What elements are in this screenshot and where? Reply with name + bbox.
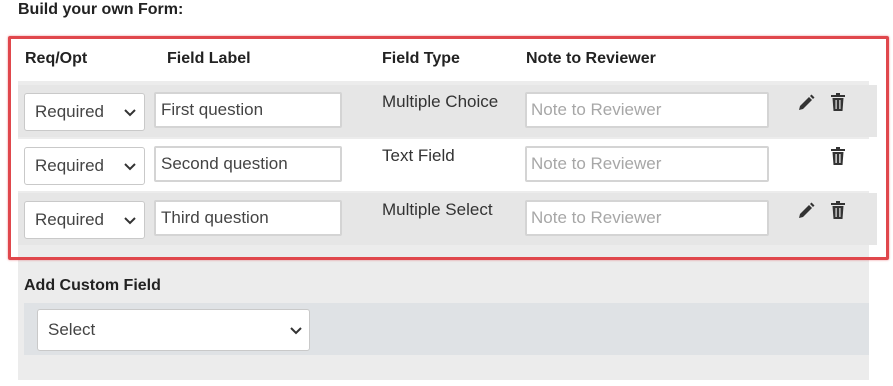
highlight-frame	[8, 36, 889, 260]
chevron-down-icon	[290, 327, 302, 335]
page-title: Build your own Form:	[18, 1, 184, 18]
custom-field-select-value: Select	[48, 320, 96, 339]
add-custom-field-label: Add Custom Field	[24, 277, 161, 294]
custom-field-select[interactable]: Select	[37, 309, 310, 351]
